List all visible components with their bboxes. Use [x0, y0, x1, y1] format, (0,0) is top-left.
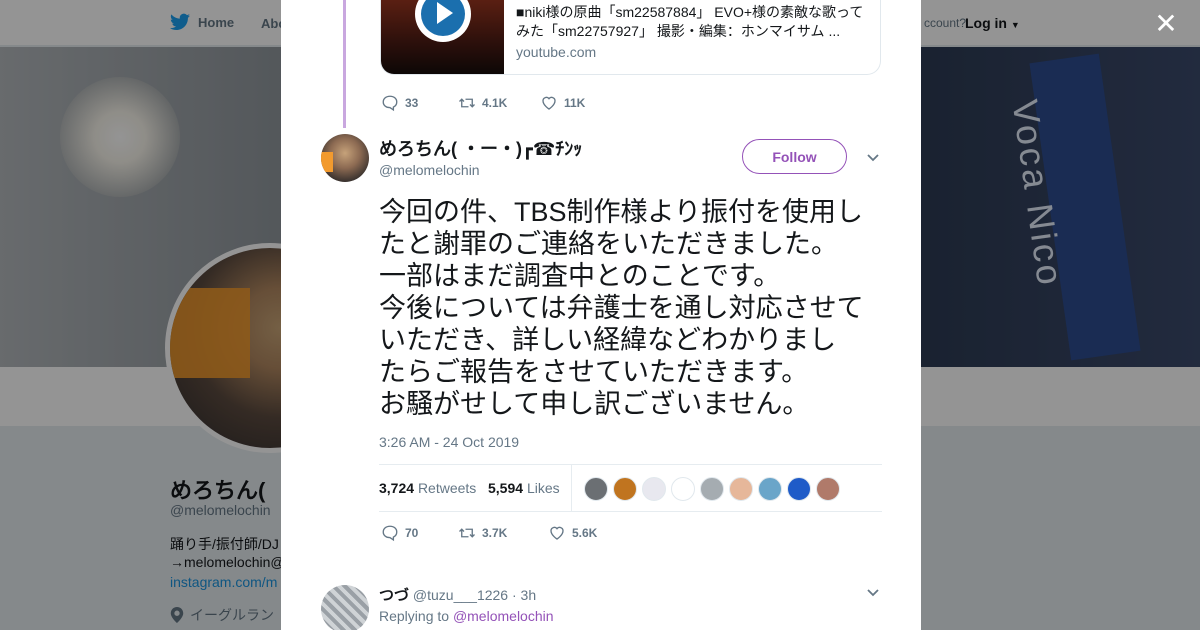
tweet-stats: 3,724 Retweets 5,594 Likes — [379, 464, 882, 512]
tweet-modal: ■niki様の原曲「sm22587884」 EVO+様の素敵な歌ってみた「sm2… — [281, 0, 921, 630]
reply-count: 33 — [405, 96, 419, 110]
tweet-timestamp[interactable]: 3:26 AM - 24 Oct 2019 — [379, 434, 519, 450]
liker-avatar[interactable] — [613, 477, 637, 501]
tweet-text: 今回の件、TBS制作様より振付を使用し たと謝罪のご連絡をいただきました。 一部… — [379, 197, 864, 419]
heart-icon — [550, 526, 564, 540]
like-count: 11K — [564, 96, 586, 110]
play-triangle — [437, 2, 453, 24]
tweet-actions: 70 3.7K 5.6K — [381, 524, 597, 542]
liker-avatar[interactable] — [671, 477, 695, 501]
retweet-icon — [459, 98, 475, 108]
thread-connector — [343, 0, 346, 128]
like-stat-count: 5,594 — [488, 480, 524, 496]
liker-avatar[interactable] — [729, 477, 753, 501]
like-button[interactable]: 11K — [540, 94, 585, 112]
retweet-icon — [459, 528, 475, 538]
prev-tweet-actions: 33 4.1K 11K — [381, 94, 585, 112]
like-button[interactable]: 5.6K — [548, 524, 597, 542]
reply-separator: · — [511, 587, 517, 603]
reply-count: 70 — [405, 526, 419, 540]
tweet-author-name[interactable]: めろちん( ・ー・)┏☎ﾁﾝｯ — [379, 135, 582, 161]
tweet-author-handle[interactable]: @melomelochin — [379, 162, 480, 178]
reply-header: つづ @tuzu___1226 · 3h — [379, 584, 536, 605]
like-count: 5.6K — [572, 526, 598, 540]
reply-button[interactable]: 33 — [381, 94, 458, 112]
retweet-stat-count: 3,724 — [379, 480, 415, 496]
follow-button[interactable]: Follow — [742, 139, 847, 174]
retweet-count: 3.7K — [482, 526, 508, 540]
replying-to-handle[interactable]: @melomelochin — [453, 608, 554, 624]
chevron-down-icon[interactable] — [866, 586, 880, 600]
retweet-count: 4.1K — [482, 96, 508, 110]
reply-author-avatar[interactable] — [321, 585, 369, 630]
liker-avatar[interactable] — [642, 477, 666, 501]
reply-icon — [382, 525, 398, 542]
like-stat[interactable]: 5,594 Likes — [488, 480, 560, 496]
liker-avatar[interactable] — [758, 477, 782, 501]
retweet-stat-label: Retweets — [417, 480, 477, 496]
chevron-down-icon[interactable] — [866, 151, 880, 165]
card-domain: youtube.com — [516, 44, 597, 60]
reply-author-name[interactable]: つづ — [379, 587, 409, 604]
liker-avatar[interactable] — [584, 477, 608, 501]
reply-icon — [382, 95, 398, 112]
replying-to-label: Replying to — [379, 608, 450, 624]
tweet-author-avatar[interactable] — [321, 134, 369, 182]
video-thumbnail — [381, 0, 504, 74]
retweet-button[interactable]: 3.7K — [458, 524, 548, 542]
retweet-stat[interactable]: 3,724 Retweets — [379, 480, 476, 496]
card-description: ■niki様の原曲「sm22587884」 EVO+様の素敵な歌ってみた「sm2… — [516, 4, 864, 39]
like-stat-label: Likes — [526, 480, 560, 496]
reply-author-handle[interactable]: @tuzu___1226 — [413, 587, 508, 603]
reply-time[interactable]: 3h — [521, 587, 537, 603]
reply-button[interactable]: 70 — [381, 524, 458, 542]
quoted-video-card[interactable]: ■niki様の原曲「sm22587884」 EVO+様の素敵な歌ってみた「sm2… — [380, 0, 881, 75]
liker-avatar[interactable] — [787, 477, 811, 501]
liker-avatar[interactable] — [816, 477, 840, 501]
stats-divider — [571, 465, 572, 511]
replying-to: Replying to @melomelochin — [379, 608, 554, 624]
avatar-accent — [321, 152, 333, 172]
retweet-button[interactable]: 4.1K — [458, 94, 540, 112]
close-icon[interactable]: ✕ — [1154, 10, 1178, 38]
liker-avatar[interactable] — [700, 477, 724, 501]
heart-icon — [542, 96, 556, 110]
